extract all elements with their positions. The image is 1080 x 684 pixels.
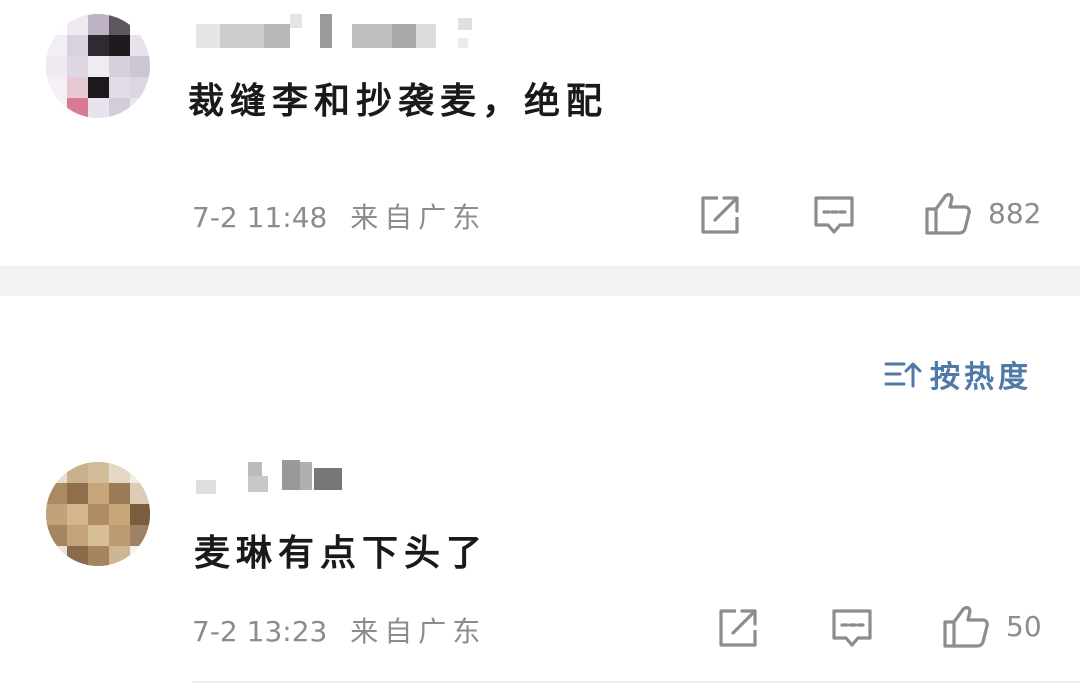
comment-item: 麦琳有点下头了 7-2 13:23 来自广东 50 bbox=[0, 420, 1080, 684]
comment-icon bbox=[814, 196, 854, 234]
comment-location: 来自广东 bbox=[350, 201, 487, 234]
comment-date: 7-2 bbox=[192, 615, 238, 648]
thumbs-up-icon bbox=[925, 193, 971, 235]
comment-text: 裁缝李和抄袭麦，绝配 bbox=[188, 81, 609, 122]
comment-feed: 裁缝李和抄袭麦，绝配 7-2 11:48 来自广东 882 按热度 麦琳有点下头… bbox=[0, 0, 1080, 684]
share-icon bbox=[719, 609, 757, 647]
comment-item: 裁缝李和抄袭麦，绝配 7-2 11:48 来自广东 882 bbox=[0, 0, 1080, 266]
section-divider bbox=[0, 266, 1080, 296]
reply-button[interactable] bbox=[812, 193, 856, 237]
thumbs-up-icon bbox=[943, 606, 989, 648]
comment-meta: 7-2 11:48 来自广东 bbox=[192, 196, 486, 236]
like-button[interactable]: 882 bbox=[924, 191, 1041, 235]
avatar[interactable] bbox=[46, 462, 150, 566]
reply-button[interactable] bbox=[830, 606, 874, 650]
share-button[interactable] bbox=[716, 606, 760, 650]
comment-time: 11:48 bbox=[246, 201, 328, 234]
comment-icon bbox=[832, 609, 872, 647]
sort-icon bbox=[884, 362, 922, 388]
share-button[interactable] bbox=[698, 193, 742, 237]
comment-text: 麦琳有点下头了 bbox=[194, 533, 489, 574]
list-divider bbox=[192, 681, 1080, 683]
sort-by-hot-button[interactable]: 按热度 bbox=[884, 352, 1032, 396]
comment-time: 13:23 bbox=[246, 615, 328, 648]
like-count: 50 bbox=[1006, 609, 1042, 643]
avatar[interactable] bbox=[46, 14, 150, 118]
username-blurred[interactable] bbox=[196, 460, 356, 494]
comment-meta: 7-2 13:23 来自广东 bbox=[192, 610, 486, 650]
comment-date: 7-2 bbox=[192, 201, 238, 234]
share-icon bbox=[701, 196, 739, 234]
username-blurred[interactable] bbox=[196, 14, 486, 48]
like-count: 882 bbox=[988, 196, 1042, 230]
like-button[interactable]: 50 bbox=[942, 604, 1042, 648]
sort-label: 按热度 bbox=[930, 360, 1032, 395]
comment-location: 来自广东 bbox=[350, 615, 487, 648]
